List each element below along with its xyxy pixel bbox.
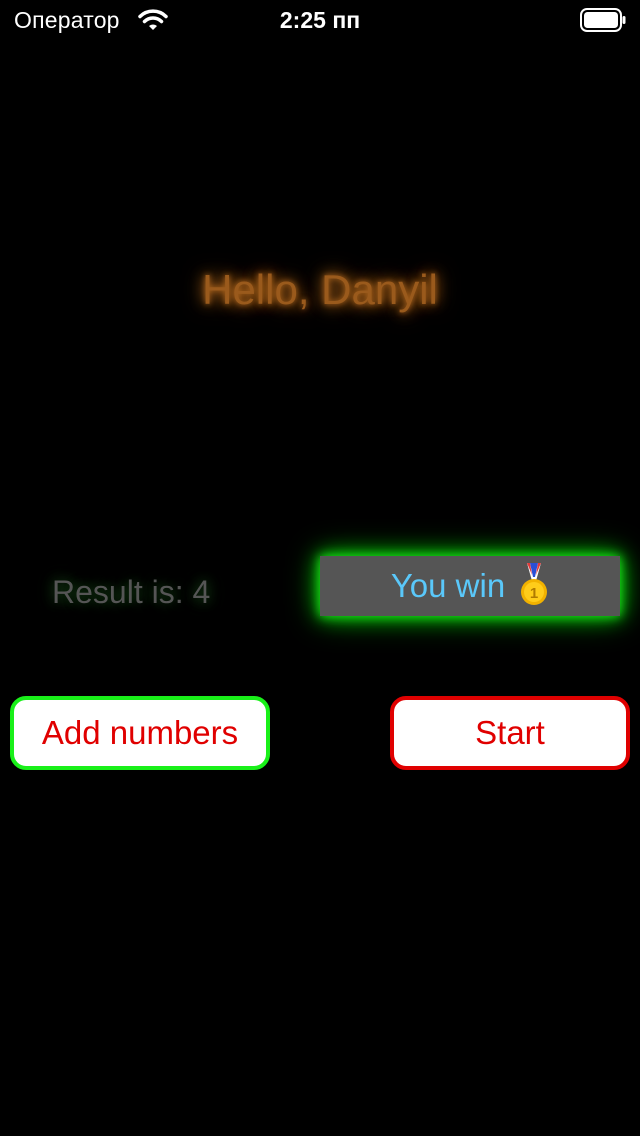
- battery-full-icon: [580, 8, 626, 32]
- start-button[interactable]: Start: [390, 696, 630, 770]
- win-panel: You win 1: [320, 556, 620, 616]
- start-label: Start: [475, 714, 545, 751]
- result-label: Result is: 4: [52, 574, 211, 610]
- svg-text:1: 1: [530, 585, 538, 602]
- win-label: You win: [390, 567, 506, 604]
- greeting-label: Hello, Danyil: [202, 266, 438, 313]
- add-numbers-label: Add numbers: [41, 714, 239, 751]
- status-clock: 2:25 пп: [279, 7, 361, 33]
- gold-medal-icon: 1: [521, 563, 548, 605]
- add-numbers-button[interactable]: Add numbers: [10, 696, 270, 770]
- status-bar: Оператор 2:25 пп: [0, 0, 640, 42]
